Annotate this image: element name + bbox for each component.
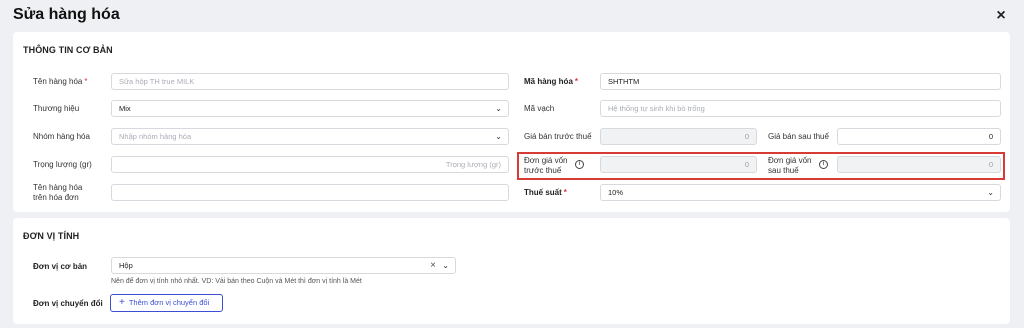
edit-product-modal: Sửa hàng hóa × THÔNG TIN CƠ BẢN Tên hàng… <box>0 0 1024 328</box>
chevron-down-icon: ⌄ <box>495 132 502 141</box>
tax-rate-select[interactable]: 10% ⌄ <box>600 184 1001 201</box>
clear-icon[interactable]: × <box>430 258 436 273</box>
plus-icon: + <box>119 297 125 308</box>
price-before-tax-label: Giá bán trước thuế <box>524 132 592 141</box>
base-unit-label: Đơn vị cơ bản <box>33 262 88 271</box>
conversion-unit-label: Đơn vị chuyển đổi <box>33 299 103 308</box>
modal-title: Sửa hàng hóa <box>13 6 120 23</box>
product-code-label: Mã hàng hóa * <box>524 77 579 86</box>
add-conversion-unit-label: Thêm đơn vị chuyển đổi <box>128 298 210 307</box>
weight-label: Trọng lượng (gr) <box>33 160 92 169</box>
barcode-input[interactable]: Hệ thống tự sinh khi bỏ trống <box>600 100 1001 117</box>
group-select[interactable]: Nhập nhóm hàng hóa ⌄ <box>111 128 509 145</box>
tax-rate-label: Thuế suất * <box>524 188 567 197</box>
chevron-down-icon: ⌄ <box>987 188 994 197</box>
product-name-input[interactable]: Sữa hộp TH true MILK <box>111 73 509 90</box>
brand-select[interactable]: Mix ⌄ <box>111 100 509 117</box>
price-before-tax-input: 0 <box>600 128 757 145</box>
product-name-label: Tên hàng hóa * <box>33 77 88 86</box>
group-label: Nhóm hàng hóa <box>33 132 90 141</box>
base-unit-hint: Nên để đơn vị tính nhỏ nhất. VD: Vải bán… <box>111 278 362 285</box>
section-title-basic: THÔNG TIN CƠ BẢN <box>23 45 113 55</box>
product-code-input[interactable]: SHTHTM <box>600 73 1001 90</box>
base-unit-select[interactable]: Hộp × ⌄ <box>111 257 456 274</box>
price-after-tax-input[interactable]: 0 <box>837 128 1001 145</box>
section-title-units: ĐƠN VỊ TÍNH <box>23 231 80 241</box>
price-after-tax-label: Giá bán sau thuế <box>768 132 829 141</box>
chevron-down-icon: ⌄ <box>495 104 502 113</box>
add-conversion-unit-button[interactable]: + Thêm đơn vị chuyển đổi <box>110 294 223 312</box>
invoice-name-input[interactable] <box>111 184 509 201</box>
barcode-label: Mã vạch <box>524 104 555 113</box>
invoice-name-label: Tên hàng hóa trên hóa đơn <box>33 183 83 202</box>
brand-label: Thương hiệu <box>33 104 80 113</box>
close-icon[interactable]: × <box>992 7 1010 25</box>
weight-input[interactable]: Trọng lượng (gr) <box>111 156 509 173</box>
chevron-down-icon: ⌄ <box>442 261 449 270</box>
highlight-box <box>517 152 1005 180</box>
